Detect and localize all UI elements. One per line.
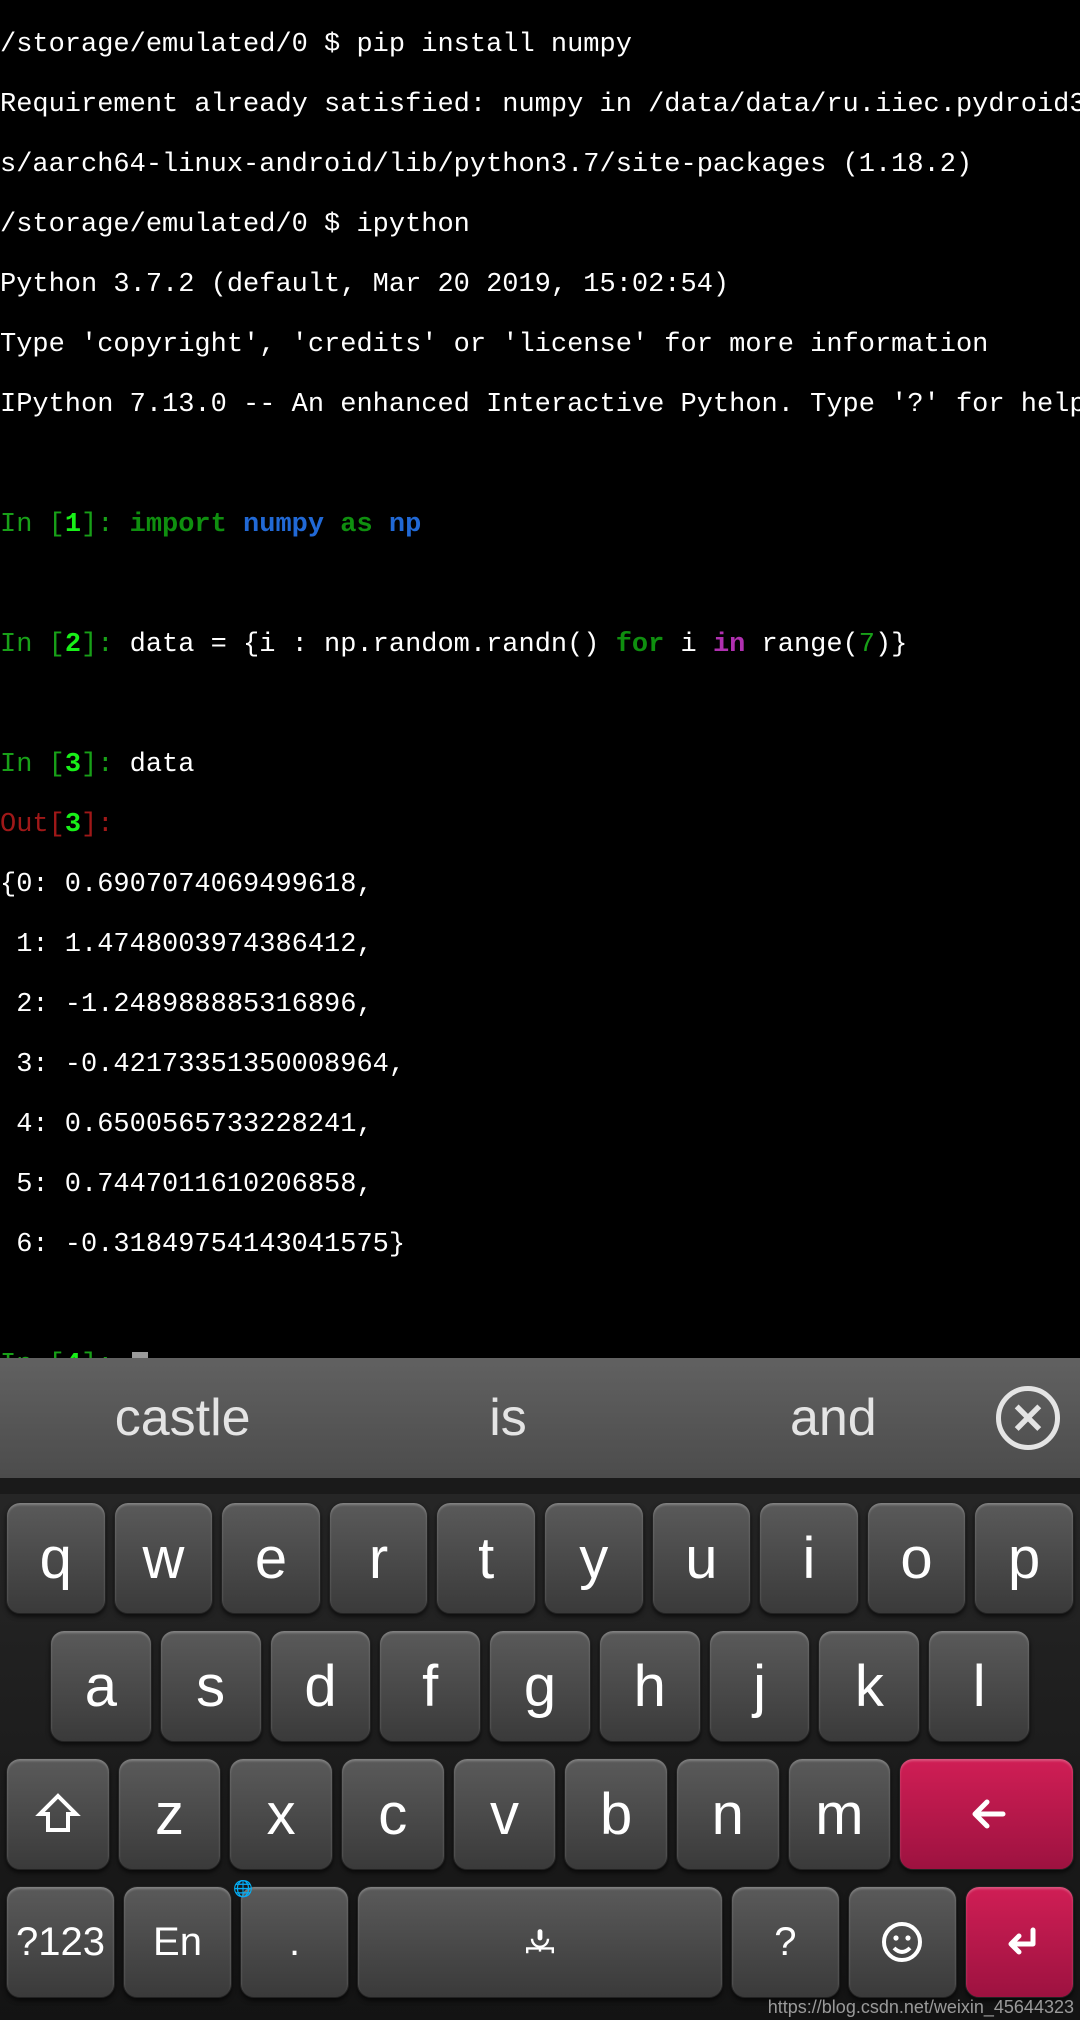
space-key[interactable] <box>357 1886 723 1998</box>
backspace-icon <box>963 1790 1011 1838</box>
key-r[interactable]: r <box>329 1502 429 1614</box>
key-d[interactable]: d <box>270 1630 372 1742</box>
key-row-1: q w e r t y u i o p <box>0 1494 1080 1622</box>
shift-key[interactable] <box>6 1758 110 1870</box>
key-a[interactable]: a <box>50 1630 152 1742</box>
key-k[interactable]: k <box>818 1630 920 1742</box>
key-p[interactable]: p <box>974 1502 1074 1614</box>
numbers-key[interactable]: ?123 <box>6 1886 115 1998</box>
mic-icon <box>516 1918 564 1966</box>
key-q[interactable]: q <box>6 1502 106 1614</box>
key-u[interactable]: u <box>652 1502 752 1614</box>
language-key[interactable]: En🌐 <box>123 1886 232 1998</box>
key-m[interactable]: m <box>788 1758 892 1870</box>
suggestion-3[interactable]: and <box>671 1388 996 1448</box>
key-h[interactable]: h <box>599 1630 701 1742</box>
key-o[interactable]: o <box>867 1502 967 1614</box>
period-key[interactable]: . <box>240 1886 349 1998</box>
key-l[interactable]: l <box>928 1630 1030 1742</box>
key-n[interactable]: n <box>676 1758 780 1870</box>
watermark: https://blog.csdn.net/weixin_45644323 <box>768 1997 1074 2018</box>
question-key[interactable]: ? <box>731 1886 840 1998</box>
key-i[interactable]: i <box>759 1502 859 1614</box>
key-s[interactable]: s <box>160 1630 262 1742</box>
key-row-3: z x c v b n m <box>0 1750 1080 1878</box>
key-c[interactable]: c <box>341 1758 445 1870</box>
enter-key[interactable] <box>965 1886 1074 1998</box>
key-f[interactable]: f <box>379 1630 481 1742</box>
terminal-output[interactable]: /storage/emulated/0 $ pip install numpy … <box>0 0 1080 1410</box>
key-y[interactable]: y <box>544 1502 644 1614</box>
suggestion-2[interactable]: is <box>345 1388 670 1448</box>
key-row-2: a s d f g h j k l <box>0 1622 1080 1750</box>
key-v[interactable]: v <box>453 1758 557 1870</box>
key-g[interactable]: g <box>489 1630 591 1742</box>
suggestion-1[interactable]: castle <box>20 1388 345 1448</box>
soft-keyboard: castle is and ✕ q w e r t y u i o p a s … <box>0 1358 1080 2020</box>
key-b[interactable]: b <box>564 1758 668 1870</box>
key-w[interactable]: w <box>114 1502 214 1614</box>
enter-icon <box>995 1918 1043 1966</box>
key-j[interactable]: j <box>709 1630 811 1742</box>
key-z[interactable]: z <box>118 1758 222 1870</box>
close-suggestions-icon[interactable]: ✕ <box>996 1386 1060 1450</box>
globe-icon: 🌐 <box>233 1879 253 1899</box>
key-x[interactable]: x <box>229 1758 333 1870</box>
backspace-key[interactable] <box>899 1758 1074 1870</box>
key-t[interactable]: t <box>436 1502 536 1614</box>
key-row-4: ?123 En🌐 . ? <box>0 1878 1080 2006</box>
emoji-key[interactable] <box>848 1886 957 1998</box>
key-e[interactable]: e <box>221 1502 321 1614</box>
suggestion-bar: castle is and ✕ <box>0 1358 1080 1478</box>
shift-icon <box>34 1790 82 1838</box>
smile-icon <box>878 1918 926 1966</box>
